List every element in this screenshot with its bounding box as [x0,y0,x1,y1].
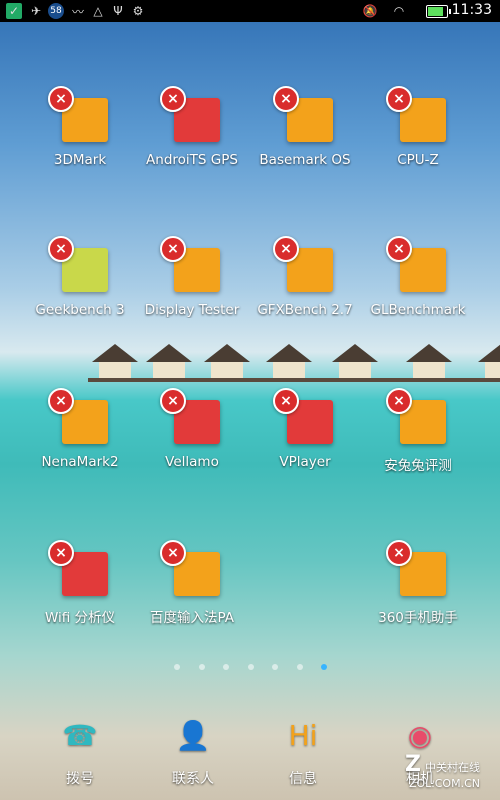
app-shortcut[interactable]: × 360手机助手 [358,540,478,640]
page-dot[interactable] [223,664,229,670]
page-dot[interactable] [174,664,180,670]
notification-count-badge: 58 [48,3,64,19]
dock-item[interactable]: Hi 信息 [258,704,348,796]
remove-shortcut-button[interactable]: × [160,86,186,112]
remove-shortcut-button[interactable]: × [160,540,186,566]
app-label: 百度输入法PA [149,610,234,626]
graph-icon: 〰 [71,4,84,19]
app-shortcut[interactable]: × 安兔兔评测 [358,388,478,488]
app-label: 安兔兔评测 [384,458,452,474]
dock-item-label: 拨号 [66,771,94,787]
status-bar: ✓ ✈ 58 〰 △ Ψ ⚙ 🔕 ◠ 11:33 [0,0,500,22]
remove-shortcut-button[interactable]: × [386,86,412,112]
remove-shortcut-button[interactable]: × [48,236,74,262]
mute-icon: 🔕 [362,4,378,18]
wallpaper-overwater-bungalows [88,336,500,390]
notification-app-icon: ✓ [6,3,22,19]
warning-icon: △ [93,4,103,18]
app-shortcut[interactable]: × GFXBench 2.7 [245,236,365,336]
remove-shortcut-button[interactable]: × [160,388,186,414]
remove-shortcut-button[interactable]: × [48,388,74,414]
phone-icon[interactable]: ☎ [57,712,103,758]
app-shortcut[interactable]: × Wifi 分析仪 [20,540,140,640]
dock-item-label: 信息 [289,771,317,787]
page-dot[interactable] [296,664,303,670]
app-shortcut[interactable]: × AndroiTS GPS [132,86,252,186]
remove-shortcut-button[interactable]: × [48,540,74,566]
app-shortcut[interactable]: × Basemark OS [245,86,365,186]
usb-icon: Ψ [113,4,123,18]
app-shortcut[interactable]: × Vellamo [132,388,252,488]
page-dot-active[interactable] [321,664,327,670]
app-shortcut[interactable]: × Display Tester [132,236,252,336]
battery-icon [426,5,451,18]
page-indicator [0,662,500,674]
app-shortcut[interactable]: × VPlayer [245,388,365,488]
remove-shortcut-button[interactable]: × [386,236,412,262]
contacts-icon[interactable]: 👤 [170,712,216,758]
remove-shortcut-button[interactable]: × [273,86,299,112]
remove-shortcut-button[interactable]: × [386,388,412,414]
app-label: CPU-Z [397,152,439,168]
remove-shortcut-button[interactable]: × [273,236,299,262]
remove-shortcut-button[interactable]: × [386,540,412,566]
remove-shortcut-button[interactable]: × [48,86,74,112]
remove-shortcut-button[interactable]: × [273,388,299,414]
app-shortcut[interactable]: × NenaMark2 [20,388,140,488]
app-shortcut[interactable]: × GLBenchmark [358,236,478,336]
bird-icon: ✈ [30,4,42,18]
dock-item-label: 联系人 [172,771,214,787]
page-dot[interactable] [198,664,205,670]
clock: 11:33 [451,2,492,18]
messages-icon[interactable]: Hi [280,712,326,758]
dock-item[interactable]: 👤 联系人 [148,704,238,796]
app-shortcut[interactable]: × 百度输入法PA [132,540,252,640]
app-label: GLBenchmark [370,302,466,318]
watermark-logo: Z 中关村在线 ZOL.COM.CN [405,752,480,790]
dock-item[interactable]: ☎ 拨号 [35,704,125,796]
debug-icon: ⚙ [132,4,144,18]
remove-shortcut-button[interactable]: × [160,236,186,262]
app-shortcut[interactable]: × 3DMark [20,86,140,186]
wifi-icon: ◠ [393,4,405,18]
page-dot[interactable] [272,664,278,670]
page-dot[interactable] [247,664,254,670]
app-shortcut[interactable]: × Geekbench 3 [20,236,140,336]
app-shortcut[interactable]: × CPU-Z [358,86,478,186]
app-label: 360手机助手 [378,610,458,626]
